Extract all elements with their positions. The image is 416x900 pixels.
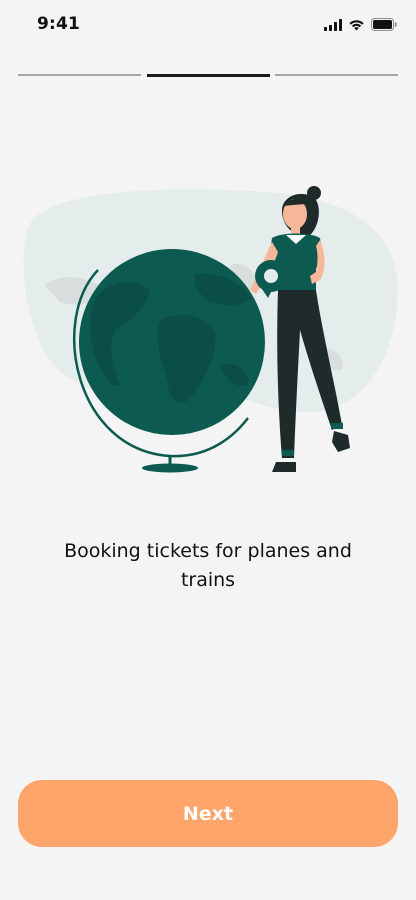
- globe-base: [142, 463, 198, 473]
- onboarding-progress: [18, 74, 398, 77]
- onboarding-screen: 9:41 Booking tickets for planes and trai…: [0, 0, 416, 900]
- progress-step-3: [275, 74, 398, 76]
- wifi-icon: [348, 16, 365, 35]
- woman-with-globe-illustration: [20, 180, 400, 480]
- signal-icon: [324, 16, 342, 35]
- status-bar: 9:41: [0, 0, 416, 50]
- status-time: 9:41: [37, 14, 81, 34]
- onboarding-caption: Booking tickets for planes and trains: [64, 540, 352, 591]
- status-icons: [324, 16, 398, 35]
- progress-step-1: [18, 74, 141, 76]
- next-button[interactable]: Next: [18, 780, 398, 847]
- battery-icon: [371, 16, 398, 35]
- progress-step-2-active: [146, 74, 270, 77]
